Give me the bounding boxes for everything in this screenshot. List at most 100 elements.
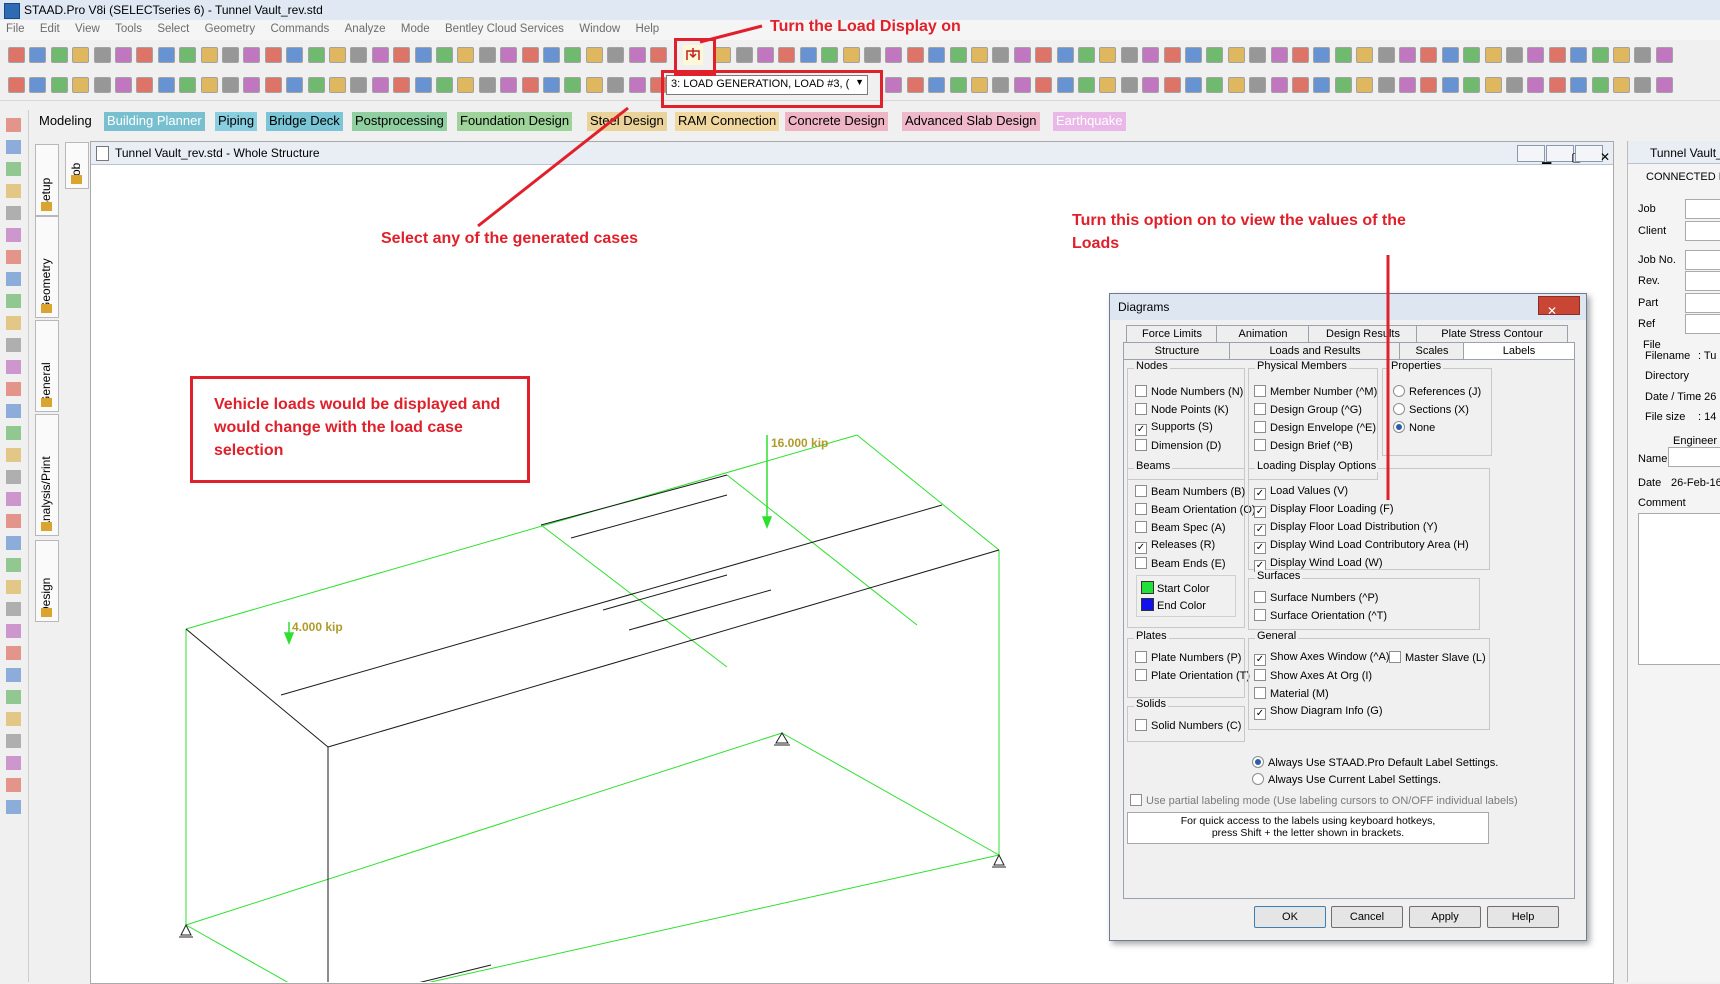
date-value[interactable]: 26-Feb-16 — [1671, 477, 1720, 489]
toolbar-tool-icon[interactable] — [1078, 47, 1095, 63]
checkbox[interactable]: ✓ — [1254, 708, 1266, 720]
toolbar-tool-icon[interactable] — [200, 47, 218, 63]
toolbar-tool-icon[interactable] — [1099, 77, 1117, 93]
toolbar-tool-icon[interactable] — [1484, 77, 1502, 93]
dialog-tab-force-limits[interactable]: Force Limits — [1126, 325, 1218, 343]
toolbar-tool-icon[interactable] — [1313, 47, 1331, 63]
toolbar-tool-icon[interactable] — [1227, 47, 1245, 63]
toolbar-tool-icon[interactable] — [179, 47, 197, 63]
checkbox[interactable] — [1135, 439, 1147, 451]
option-plate-numbers-p[interactable]: Plate Numbers (P) — [1135, 651, 1241, 664]
cursor-tool-icon[interactable] — [6, 206, 21, 220]
toolbar-tool-icon[interactable] — [115, 77, 132, 93]
toolbar-tool-icon[interactable] — [371, 77, 389, 93]
option-load-values-v[interactable]: ✓ Load Values (V) — [1254, 485, 1348, 500]
menu-edit[interactable]: Edit — [34, 20, 66, 35]
toolbar-tool-icon[interactable] — [1078, 77, 1095, 93]
cursor-tool-icon[interactable] — [6, 624, 21, 638]
toolbar-tool-icon[interactable] — [436, 77, 453, 93]
toolbar-tool-icon[interactable] — [1634, 77, 1652, 93]
toolbar-tool-icon[interactable] — [521, 47, 539, 63]
cursor-tool-icon[interactable] — [6, 734, 21, 748]
toolbar-tool-icon[interactable] — [307, 77, 325, 93]
toolbar-tool-icon[interactable] — [1163, 77, 1181, 93]
end-color-option[interactable]: End Color — [1141, 598, 1206, 612]
toolbar-tool-icon[interactable] — [1206, 77, 1224, 93]
option-member-number-m[interactable]: Member Number (^M) — [1254, 385, 1377, 398]
toolbar-tool-icon[interactable] — [714, 47, 732, 63]
toolbar-tool-icon[interactable] — [243, 47, 261, 63]
toolbar-tool-icon[interactable] — [607, 47, 625, 63]
toolbar-tool-icon[interactable] — [1613, 77, 1630, 93]
cursor-tool-icon[interactable] — [6, 272, 21, 286]
dialog-tab-structure[interactable]: Structure — [1123, 342, 1231, 360]
option-releases-r[interactable]: ✓ Releases (R) — [1135, 539, 1215, 554]
toolbar-tool-icon[interactable] — [1377, 77, 1395, 93]
checkbox[interactable] — [1254, 669, 1266, 681]
ok-button[interactable]: OK — [1254, 906, 1326, 928]
menu-bentley-cloud[interactable]: Bentley Cloud Services — [439, 20, 570, 35]
toolbar-tool-icon[interactable] — [1185, 47, 1202, 63]
dialog-tab-loads-and-results[interactable]: Loads and Results — [1229, 342, 1401, 360]
toolbar-tool-icon[interactable] — [29, 77, 47, 93]
toolbar-tool-icon[interactable] — [1163, 47, 1181, 63]
checkbox[interactable]: ✓ — [1254, 488, 1266, 500]
toolbar-tool-icon[interactable] — [1548, 77, 1566, 93]
toolbar-tool-icon[interactable] — [1613, 47, 1630, 63]
cursor-tool-icon[interactable] — [6, 558, 21, 572]
menu-commands[interactable]: Commands — [264, 20, 335, 35]
job-field-input[interactable] — [1685, 293, 1720, 313]
toolbar-tool-icon[interactable] — [1506, 77, 1523, 93]
checkbox[interactable] — [1254, 687, 1266, 699]
toolbar-tool-icon[interactable] — [50, 77, 68, 93]
cursor-tool-icon[interactable] — [6, 294, 21, 308]
toolbar-tool-icon[interactable] — [93, 47, 111, 63]
toolbar-tool-icon[interactable] — [350, 77, 368, 93]
checkbox[interactable] — [1135, 719, 1147, 731]
toolbar-tool-icon[interactable] — [992, 77, 1010, 93]
toolbar-tool-icon[interactable] — [500, 77, 518, 93]
side-tab-job[interactable]: Job — [65, 142, 89, 189]
label-settings-radio-0[interactable]: Always Use STAAD.Pro Default Label Setti… — [1252, 756, 1498, 769]
cursor-tool-icon[interactable] — [6, 690, 21, 704]
side-tab-design[interactable]: Design — [35, 540, 59, 622]
cursor-tool-icon[interactable] — [6, 514, 21, 528]
toolbar-tool-icon[interactable] — [1399, 77, 1416, 93]
toolbar-tool-icon[interactable] — [1013, 47, 1031, 63]
checkbox[interactable] — [1135, 669, 1147, 681]
dialog-tab-design-results[interactable]: Design Results — [1308, 325, 1418, 343]
mode-tab-3[interactable]: Bridge Deck — [266, 112, 343, 131]
cursor-tool-icon[interactable] — [6, 800, 21, 814]
checkbox[interactable] — [1254, 385, 1266, 397]
menu-geometry[interactable]: Geometry — [199, 20, 262, 35]
cursor-tool-icon[interactable] — [6, 426, 21, 440]
checkbox[interactable]: ✓ — [1135, 424, 1147, 436]
job-field-input[interactable] — [1685, 250, 1720, 270]
toolbar-tool-icon[interactable] — [500, 47, 518, 63]
option-display-floor-loading-f[interactable]: ✓ Display Floor Loading (F) — [1254, 503, 1394, 518]
option-none[interactable]: None — [1393, 421, 1435, 434]
cursor-tool-icon[interactable] — [6, 668, 21, 682]
checkbox[interactable] — [1135, 651, 1147, 663]
mode-tab-0[interactable]: Modeling — [36, 112, 95, 131]
toolbar-tool-icon[interactable] — [949, 77, 967, 93]
toolbar-tool-icon[interactable] — [72, 47, 90, 63]
toolbar-tool-icon[interactable] — [585, 77, 603, 93]
toolbar-tool-icon[interactable] — [564, 47, 582, 63]
checkbox[interactable]: ✓ — [1254, 506, 1266, 518]
minimize-button[interactable]: ▁ — [1517, 145, 1551, 164]
cursor-tool-icon[interactable] — [6, 162, 21, 176]
toolbar-tool-icon[interactable] — [1570, 47, 1588, 63]
option-design-group-g[interactable]: Design Group (^G) — [1254, 403, 1362, 416]
toolbar-tool-icon[interactable] — [1377, 47, 1395, 63]
option-material-m[interactable]: Material (M) — [1254, 687, 1329, 700]
toolbar-tool-icon[interactable] — [885, 47, 903, 63]
checkbox[interactable]: ✓ — [1254, 524, 1266, 536]
cursor-tool-icon[interactable] — [6, 470, 21, 484]
option-surface-numbers-p[interactable]: Surface Numbers (^P) — [1254, 591, 1378, 604]
toolbar-tool-icon[interactable] — [93, 77, 111, 93]
toolbar-tool-icon[interactable] — [543, 47, 560, 63]
toolbar-tool-icon[interactable] — [885, 77, 903, 93]
toolbar-tool-icon[interactable] — [307, 47, 325, 63]
option-show-diagram-info-g[interactable]: ✓ Show Diagram Info (G) — [1254, 705, 1382, 720]
